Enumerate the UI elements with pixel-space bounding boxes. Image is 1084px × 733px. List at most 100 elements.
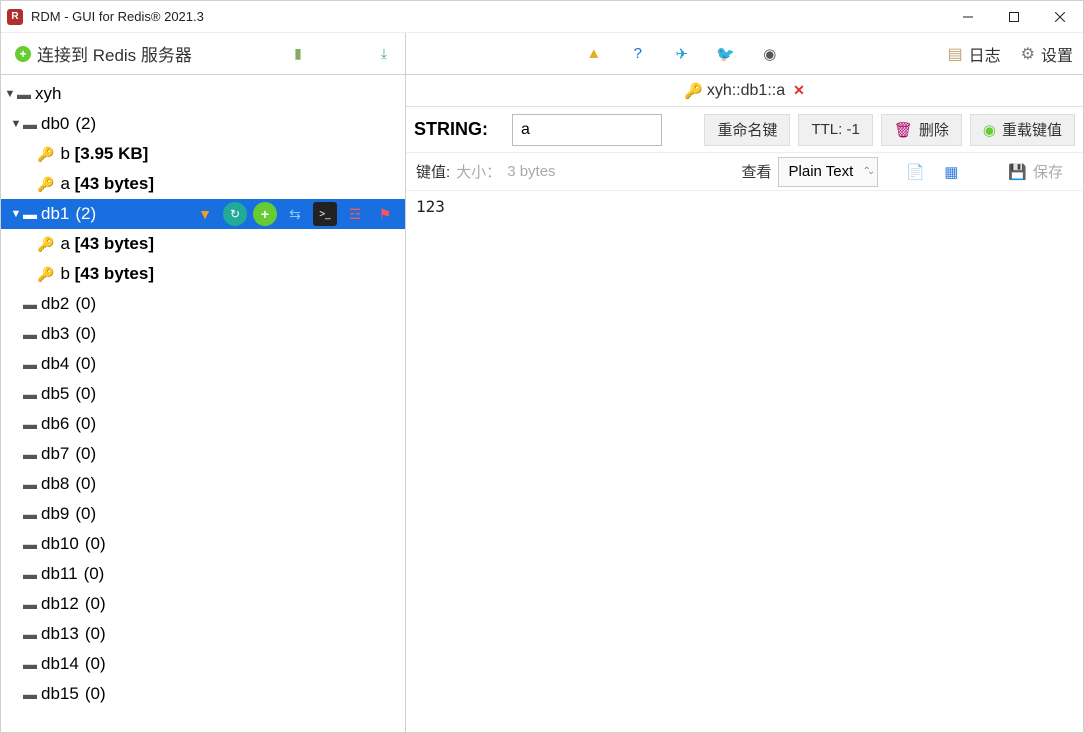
size-label: 大小：: [456, 161, 501, 182]
key-name-input[interactable]: [512, 114, 662, 146]
db-node-db14[interactable]: ▼▬db14(0): [1, 649, 405, 679]
db-node-db0[interactable]: ▼ ▬ db0 (2): [1, 109, 405, 139]
database-icon: ▬: [23, 326, 37, 342]
reload-icon: ◉: [983, 121, 996, 139]
database-icon: ▬: [23, 116, 37, 132]
ttl-button[interactable]: TTL: -1: [798, 114, 872, 146]
copy-icon[interactable]: 📄: [900, 157, 930, 187]
db-node-db9[interactable]: ▼▬db9(0): [1, 499, 405, 529]
document-icon[interactable]: ▦: [936, 157, 966, 187]
key-node[interactable]: 🔑 b [3.95 KB]: [1, 139, 405, 169]
toolbar-left: + 连接到 Redis 服务器 ▮ ⤓: [1, 33, 406, 74]
twitter-icon[interactable]: 🐦: [716, 44, 736, 64]
db-node-db5[interactable]: ▼▬db5(0): [1, 379, 405, 409]
close-tab-button[interactable]: ✕: [793, 82, 805, 99]
key-tab-bar: 🔑 xyh::db1::a ✕: [406, 75, 1083, 107]
app-window: R RDM - GUI for Redis® 2021.3 + 连接到 Redi…: [0, 0, 1084, 733]
maximize-button[interactable]: [991, 1, 1037, 33]
minimize-button[interactable]: [945, 1, 991, 33]
filter-icon[interactable]: ▼: [193, 202, 217, 226]
delete-key-button[interactable]: 🗑删除: [881, 114, 962, 146]
save-icon: 💾: [1008, 163, 1027, 181]
gear-icon: ⚙: [1021, 44, 1035, 64]
db-node-db1[interactable]: ▼ ▬ db1 (2) ▼ ↻ + ⇆ >_ ☲ ⚑: [1, 199, 405, 229]
database-icon: ▬: [23, 566, 37, 582]
toolbar: + 连接到 Redis 服务器 ▮ ⤓ ▲ ? ✈ 🐦 ◉ ▤ 日志: [1, 33, 1083, 75]
close-window-button[interactable]: [1037, 1, 1083, 33]
db-node-db8[interactable]: ▼▬db8(0): [1, 469, 405, 499]
key-node[interactable]: 🔑 a [43 bytes]: [1, 169, 405, 199]
reload-icon[interactable]: ↻: [223, 202, 247, 226]
warning-icon[interactable]: ▲: [584, 44, 604, 64]
add-key-icon[interactable]: +: [253, 202, 277, 226]
plus-icon: +: [15, 46, 31, 62]
db-node-db13[interactable]: ▼▬db13(0): [1, 619, 405, 649]
rename-key-button[interactable]: 重命名键: [704, 114, 790, 146]
save-button[interactable]: 💾 保存: [998, 157, 1073, 187]
database-icon: ▬: [23, 386, 37, 402]
db-node-db6[interactable]: ▼▬db6(0): [1, 409, 405, 439]
terminal-icon[interactable]: >_: [313, 202, 337, 226]
toolbar-center-icons: ▲ ? ✈ 🐦 ◉: [416, 44, 948, 64]
chevron-down-icon: ▼: [9, 118, 23, 130]
chevron-down-icon: ▼: [9, 208, 23, 220]
body: ▼ ▬ xyh ▼ ▬ db0 (2) 🔑 b [3.95 KB] 🔑 a [4…: [1, 75, 1083, 732]
db-node-db15[interactable]: ▼▬db15(0): [1, 679, 405, 709]
view-mode-select[interactable]: Plain Text: [778, 157, 879, 187]
key-icon: 🔑: [684, 82, 703, 100]
trash-icon: 🗑: [894, 121, 913, 139]
db-node-db3[interactable]: ▼▬db3(0): [1, 319, 405, 349]
key-icon: 🔑: [37, 266, 54, 283]
database-icon: ▬: [23, 446, 37, 462]
help-icon[interactable]: ?: [628, 44, 648, 64]
db-node-db2[interactable]: ▼▬db2(0): [1, 289, 405, 319]
database-icon: ▬: [23, 686, 37, 702]
reload-key-button[interactable]: ◉重载键值: [970, 114, 1075, 146]
log-icon: ▤: [948, 44, 963, 64]
sync-icon[interactable]: ⇆: [283, 202, 307, 226]
database-icon: ▬: [23, 506, 37, 522]
key-icon: 🔑: [37, 236, 54, 253]
connect-server-button[interactable]: + 连接到 Redis 服务器: [9, 37, 198, 70]
db-node-db7[interactable]: ▼▬db7(0): [1, 439, 405, 469]
db-node-db10[interactable]: ▼▬db10(0): [1, 529, 405, 559]
app-icon: R: [7, 9, 23, 25]
telegram-icon[interactable]: ✈: [672, 44, 692, 64]
database-icon: ▬: [23, 596, 37, 612]
key-icon: 🔑: [37, 146, 54, 163]
chevron-down-icon: ▼: [3, 88, 17, 100]
db-node-db11[interactable]: ▼▬db11(0): [1, 559, 405, 589]
bookmark-icon[interactable]: ▮: [285, 41, 311, 67]
server-node[interactable]: ▼ ▬ xyh: [1, 79, 405, 109]
github-icon[interactable]: ◉: [760, 44, 780, 64]
database-icon: ▬: [23, 626, 37, 642]
tab-title[interactable]: xyh::db1::a: [707, 82, 785, 100]
database-icon: ▬: [23, 356, 37, 372]
flag-icon[interactable]: ⚑: [373, 202, 397, 226]
database-icon: ▬: [23, 206, 37, 222]
key-icon: 🔑: [37, 176, 54, 193]
key-type-label: STRING:: [414, 119, 504, 140]
import-icon[interactable]: ⤓: [371, 41, 397, 67]
key-node[interactable]: 🔑 a [43 bytes]: [1, 229, 405, 259]
db-row-actions: ▼ ↻ + ⇆ >_ ☲ ⚑: [193, 202, 405, 226]
database-icon: ▬: [23, 476, 37, 492]
size-value: 3 bytes: [507, 163, 555, 180]
log-button[interactable]: ▤ 日志: [948, 42, 1001, 66]
db-node-db12[interactable]: ▼▬db12(0): [1, 589, 405, 619]
connect-label: 连接到 Redis 服务器: [37, 41, 192, 66]
db-node-db4[interactable]: ▼▬db4(0): [1, 349, 405, 379]
titlebar: R RDM - GUI for Redis® 2021.3: [1, 1, 1083, 33]
connection-tree[interactable]: ▼ ▬ xyh ▼ ▬ db0 (2) 🔑 b [3.95 KB] 🔑 a [4…: [1, 75, 406, 732]
value-header: 键值: 大小： 3 bytes 查看 Plain Text 📄 ▦ 💾 保存: [406, 153, 1083, 191]
database-icon: ▬: [23, 536, 37, 552]
value-content[interactable]: 123: [406, 191, 1083, 732]
key-header: STRING: 重命名键 TTL: -1 🗑删除 ◉重载键值: [406, 107, 1083, 153]
window-title: RDM - GUI for Redis® 2021.3: [31, 9, 945, 24]
flush-icon[interactable]: ☲: [343, 202, 367, 226]
key-node[interactable]: 🔑 b [43 bytes]: [1, 259, 405, 289]
database-icon: ▬: [23, 656, 37, 672]
server-icon: ▬: [17, 86, 31, 102]
settings-button[interactable]: ⚙ 设置: [1021, 42, 1073, 66]
view-label: 查看: [742, 161, 772, 182]
